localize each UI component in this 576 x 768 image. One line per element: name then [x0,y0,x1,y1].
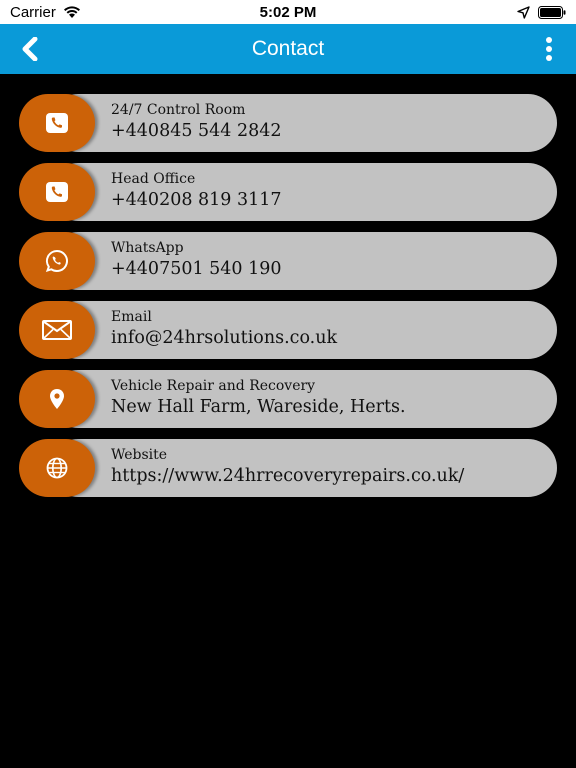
status-time: 5:02 PM [259,3,317,21]
status-bar: Carrier 5:02 PM [0,0,576,24]
contact-label: Vehicle Repair and Recovery [111,378,316,394]
mail-icon [42,320,72,340]
contact-text: Vehicle Repair and Recovery New Hall Far… [111,377,406,419]
more-vertical-icon-dot [546,46,552,52]
page-title: Contact [251,37,325,60]
contact-label: Head Office [111,171,196,187]
contact-text: 24/7 Control Room +440845 544 2842 [111,101,282,143]
contact-label: Email [111,309,152,325]
battery-icon [538,5,566,19]
phone-icon [46,113,68,133]
contact-value: https://www.24hrrecoveryrepairs.co.uk/ [111,466,465,486]
contact-text: Head Office +440208 819 3117 [111,170,282,212]
contact-value: +440845 544 2842 [111,121,282,141]
contact-list: 24/7 Control Room +440845 544 2842 Head … [0,74,576,497]
contact-row-head-office[interactable]: Head Office +440208 819 3117 [19,163,557,221]
contact-row-email[interactable]: Email info@24hrsolutions.co.uk [19,301,557,359]
location-pin-icon [50,389,64,409]
chevron-left-icon [22,37,38,61]
contact-text: WhatsApp +4407501 540 190 [111,239,282,281]
contact-label: Website [111,447,168,463]
contact-row-website[interactable]: Website https://www.24hrrecoveryrepairs.… [19,439,557,497]
wifi-icon [63,6,80,18]
contact-value: +440208 819 3117 [111,190,282,210]
contact-row-control-room[interactable]: 24/7 Control Room +440845 544 2842 [19,94,557,152]
more-vertical-icon-dot [546,55,552,61]
more-vertical-icon-dot [546,37,552,43]
status-left: Carrier [10,4,82,21]
contact-text: Website https://www.24hrrecoveryrepairs.… [111,446,464,488]
contact-row-whatsapp[interactable]: WhatsApp +4407501 540 190 [19,232,557,290]
back-button[interactable] [16,36,44,62]
contact-row-vehicle-repair[interactable]: Vehicle Repair and Recovery New Hall Far… [19,370,557,428]
phone-icon [46,182,68,202]
carrier-label: Carrier [10,3,56,21]
icon-badge [19,301,95,359]
contact-value: +4407501 540 190 [111,259,282,279]
icon-badge [19,439,95,497]
contact-text: Email info@24hrsolutions.co.uk [111,308,337,350]
icon-badge [19,370,95,428]
status-right [517,5,566,19]
location-arrow-icon [517,5,530,19]
contact-value: New Hall Farm, Wareside, Herts. [111,397,406,417]
contact-value: info@24hrsolutions.co.uk [111,328,338,348]
whatsapp-icon [45,249,68,273]
contact-label: WhatsApp [111,240,184,256]
icon-badge [19,163,95,221]
icon-badge [19,232,95,290]
more-menu-button[interactable] [542,36,556,62]
contact-label: 24/7 Control Room [111,102,246,118]
icon-badge [19,94,95,152]
globe-icon [46,457,68,479]
nav-bar: Contact [0,24,576,74]
